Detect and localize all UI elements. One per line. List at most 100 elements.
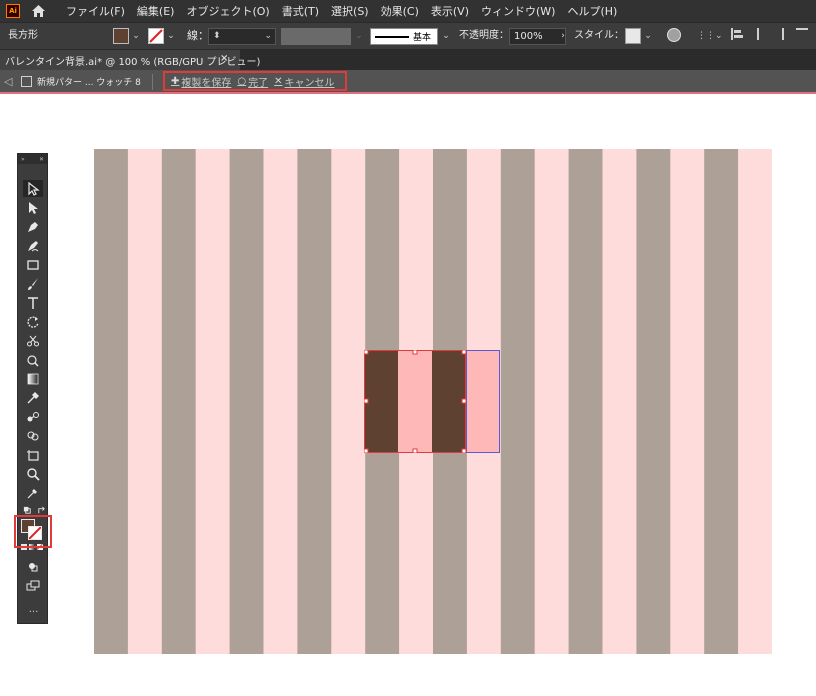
light-stripe [602, 149, 637, 654]
dark-stripe [636, 149, 671, 654]
artboard-tool-icon[interactable] [23, 446, 43, 463]
menu-effect[interactable]: 効果(C) [375, 3, 425, 19]
stroke-line-icon [375, 35, 409, 38]
document-tab-bar: バレンタイン背景.ai* @ 100 % (RGB/GPU プレビュー) × [0, 50, 816, 70]
circle-icon: ○ [237, 75, 247, 87]
stroke-swatch[interactable] [148, 28, 164, 44]
home-icon[interactable] [30, 3, 46, 19]
save-copy-label: 複製を保存 [181, 77, 232, 89]
menu-view[interactable]: 表示(V) [425, 3, 475, 19]
close-icon[interactable]: × [220, 53, 228, 64]
dark-stripe [500, 149, 536, 654]
stroke-dropdown-chevron-icon[interactable]: ⌄ [165, 28, 177, 44]
main-menu: ファイル(F) 編集(E) オブジェクト(O) 書式(T) 選択(S) 効果(C… [60, 3, 623, 19]
shape-builder-tool-icon[interactable] [23, 427, 43, 444]
close-icon: ✕ [274, 75, 283, 87]
fill-stroke-highlight [14, 515, 52, 548]
done-button[interactable]: ○ 完了 [237, 74, 268, 89]
style-dropdown-chevron-icon[interactable]: ⌄ [642, 28, 654, 44]
pen-tool-icon[interactable] [23, 218, 43, 235]
dark-stripe [297, 149, 332, 654]
chevron-down-icon[interactable]: ⌄ [264, 29, 272, 44]
screen-mode-icon[interactable] [23, 577, 43, 594]
dark-stripe [568, 149, 603, 654]
style-label[interactable]: スタイル： [574, 28, 624, 44]
cancel-label: キャンセル [284, 77, 335, 89]
dark-stripe [229, 149, 264, 654]
pattern-action-group: ✚ 複製を保存 ○ 完了 ✕ キャンセル [163, 71, 347, 91]
divider [152, 74, 153, 90]
back-arrow-icon[interactable]: ◁ [4, 75, 12, 88]
light-stripe [534, 149, 570, 654]
align-left-icon[interactable] [731, 28, 743, 40]
direct-selection-tool-icon[interactable] [23, 199, 43, 216]
menu-help[interactable]: ヘルプ(H) [561, 3, 623, 19]
pattern-edit-bar: ◁ 新規パター ... ウォッチ 8 ✚ 複製を保存 ○ 完了 ✕ キャンセル [0, 70, 816, 94]
selected-light-stripe[interactable] [398, 350, 432, 453]
object-type-label: 長方形 [8, 30, 38, 41]
document-tab[interactable]: バレンタイン背景.ai* @ 100 % (RGB/GPU プレビュー) × [0, 50, 260, 70]
stroke-weight-input[interactable]: ⬍ ⌄ [208, 28, 276, 45]
selected-dark-stripe[interactable] [364, 350, 398, 453]
stepper-icon[interactable]: ⬍ [213, 29, 221, 44]
pattern-tile-selection[interactable] [364, 350, 500, 453]
recolor-artwork-icon[interactable] [667, 28, 681, 42]
tools-panel-header[interactable]: » ✕ [18, 154, 47, 164]
drawing-mode-icon[interactable] [23, 558, 43, 575]
pattern-swatch-icon [21, 76, 32, 87]
gradient-tool-icon[interactable] [23, 370, 43, 387]
canvas[interactable] [0, 96, 816, 696]
variable-width-profile[interactable] [281, 28, 351, 45]
rotate-tool-icon[interactable] [23, 313, 43, 330]
menu-select[interactable]: 選択(S) [325, 3, 375, 19]
graphic-style-swatch[interactable] [625, 28, 641, 44]
collapse-icon[interactable]: » [21, 156, 25, 163]
selected-dark-stripe[interactable] [432, 350, 466, 453]
curvature-tool-icon[interactable] [23, 237, 43, 254]
menu-type[interactable]: 書式(T) [276, 3, 325, 19]
brush-definition-select[interactable]: 基本 [370, 28, 438, 45]
align-center-icon[interactable] [752, 28, 764, 40]
more-tools-icon[interactable]: ... [18, 604, 49, 615]
rectangle-tool-icon[interactable] [23, 256, 43, 273]
menu-bar: Ai ファイル(F) 編集(E) オブジェクト(O) 書式(T) 選択(S) 効… [0, 0, 816, 22]
close-icon[interactable]: ✕ [39, 156, 44, 163]
menu-file[interactable]: ファイル(F) [60, 3, 131, 19]
none-stroke-icon [149, 29, 163, 43]
tools-panel: » ✕ ... [17, 153, 48, 624]
cancel-button[interactable]: ✕ キャンセル [274, 74, 334, 89]
opacity-label[interactable]: 不透明度： [459, 28, 509, 44]
light-stripe [738, 149, 772, 654]
stroke-label[interactable]: 線： [187, 28, 209, 44]
save-copy-button[interactable]: ✚ 複製を保存 [171, 74, 231, 89]
brush-dropdown-chevron-icon[interactable]: ⌄ [440, 28, 452, 44]
tile-light-stripe[interactable] [466, 350, 500, 453]
fill-swatch[interactable] [113, 28, 129, 44]
fill-dropdown-chevron-icon[interactable]: ⌄ [130, 28, 142, 44]
menu-window[interactable]: ウィンドウ(W) [475, 3, 561, 19]
paintbrush-tool-icon[interactable] [23, 275, 43, 292]
chevron-right-icon[interactable]: › [557, 28, 569, 44]
light-stripe [127, 149, 163, 654]
profile-dropdown-chevron-icon[interactable]: ⌄ [353, 28, 365, 44]
stroke-profile-label: 基本 [413, 33, 432, 43]
light-stripe [331, 149, 366, 654]
eyedropper-tool-icon[interactable] [23, 389, 43, 406]
zoom-tool-icon[interactable] [23, 465, 43, 482]
blend-tool-icon[interactable] [23, 408, 43, 425]
dark-stripe [94, 149, 129, 654]
control-bar: 長方形 ⌄ ⌄ 線： ⬍ ⌄ ⌄ 基本 ⌄ 不透明度： 100% › スタイル：… [0, 22, 816, 50]
menu-edit[interactable]: 編集(E) [131, 3, 181, 19]
done-label: 完了 [248, 77, 269, 89]
align-right-icon[interactable] [772, 28, 784, 40]
light-stripe [263, 149, 298, 654]
menu-object[interactable]: オブジェクト(O) [180, 3, 275, 19]
scissors-tool-icon[interactable] [23, 332, 43, 349]
selection-tool-icon[interactable] [23, 180, 43, 197]
warp-tool-icon[interactable] [23, 351, 43, 368]
align-top-icon[interactable] [796, 28, 808, 40]
type-tool-icon[interactable] [23, 294, 43, 311]
eyedropper-alt-tool-icon[interactable] [23, 484, 43, 501]
align-to-grid-icon[interactable]: ⋮⋮⌄ [697, 31, 723, 41]
opacity-value: 100% [514, 31, 543, 42]
